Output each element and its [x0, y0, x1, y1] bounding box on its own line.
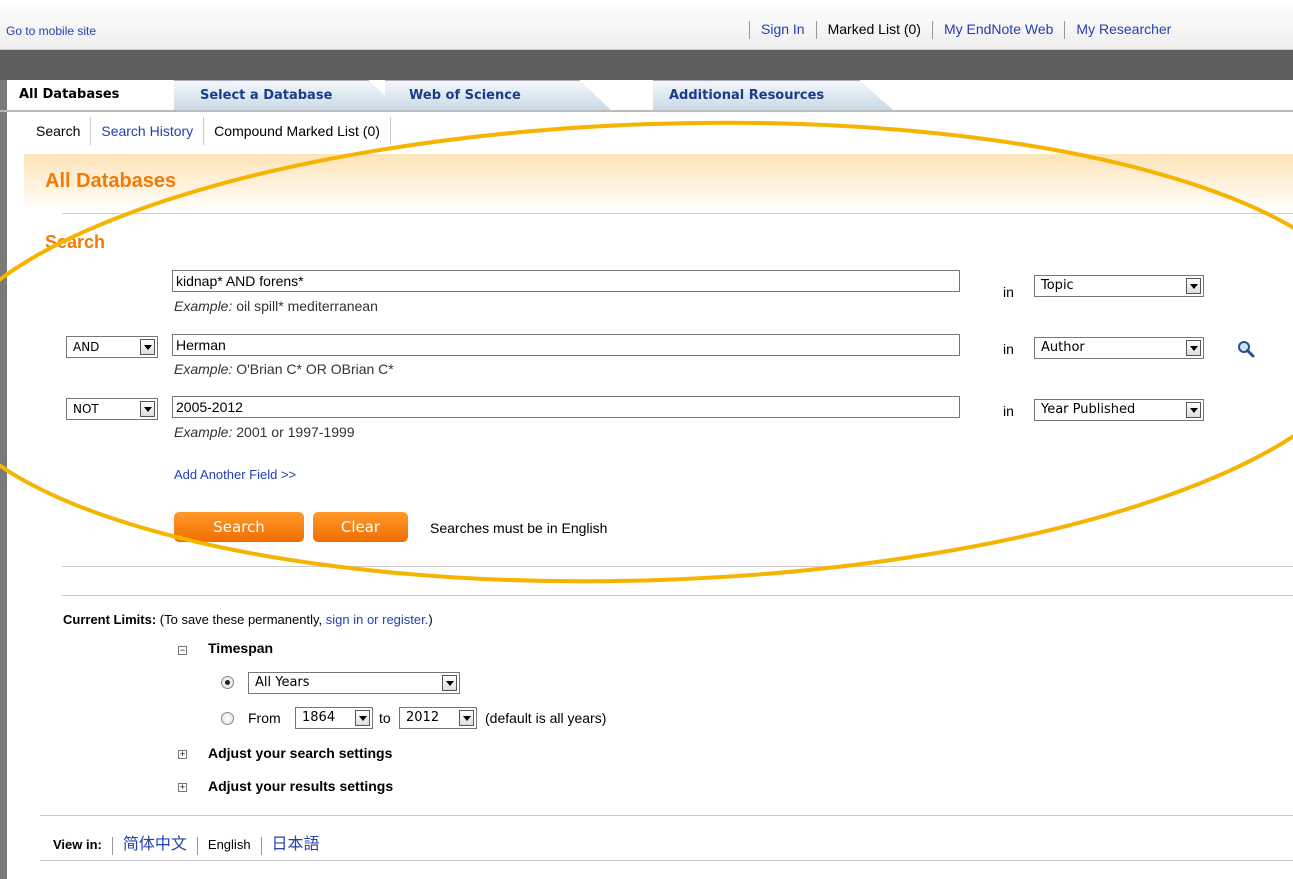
subnav-search-history[interactable]: Search History: [91, 117, 205, 145]
tab-select-database[interactable]: Select a Database: [174, 80, 400, 110]
magnifier-lookup-icon[interactable]: [1236, 339, 1256, 359]
field-select-value: Year Published: [1041, 402, 1136, 417]
tab-additional-resources[interactable]: Additional Resources: [653, 80, 893, 110]
chevron-down-icon: [1186, 402, 1201, 418]
search-input-3[interactable]: 2005-2012: [172, 396, 960, 418]
search-button[interactable]: Search: [174, 512, 304, 542]
sub-navigation: Search Search History Compound Marked List…: [26, 117, 391, 147]
tab-web-of-science[interactable]: Web of Science: [385, 80, 611, 110]
lang-japanese-link[interactable]: 日本語: [272, 836, 320, 853]
clear-button[interactable]: Clear: [313, 512, 408, 542]
example-label: Example:: [174, 424, 233, 440]
example-text-1: Example: oil spill* mediterranean: [174, 298, 378, 314]
lang-english-link[interactable]: English: [208, 837, 251, 852]
field-select-3[interactable]: Year Published: [1034, 399, 1204, 421]
top-utility-bar: Go to mobile site Sign In Marked List (0)…: [0, 0, 1293, 50]
subnav-compound-marked-list[interactable]: Compound Marked List (0): [204, 117, 391, 145]
divider: [62, 566, 1293, 567]
operator-value: NOT: [73, 402, 99, 416]
search-section-title: Search: [45, 232, 106, 252]
to-label: to: [379, 710, 391, 726]
field-select-1[interactable]: Topic: [1034, 275, 1204, 297]
divider: [749, 21, 750, 40]
field-select-value: Topic: [1041, 278, 1074, 293]
search-input-1[interactable]: kidnap* AND forens*: [172, 270, 960, 292]
chevron-down-icon: [140, 339, 155, 355]
language-selector: View in: 简体中文 English 日本語: [53, 830, 320, 855]
timespan-label: Timespan: [208, 640, 274, 656]
tab-underline: [0, 110, 1293, 112]
search-settings-label[interactable]: Adjust your search settings: [208, 745, 392, 761]
main-tabs: All Databases Select a Database Web of S…: [7, 80, 1293, 110]
field-select-value: Author: [1041, 340, 1085, 355]
chevron-down-icon: [355, 710, 370, 726]
researcher-link[interactable]: My Researcher: [1076, 21, 1171, 37]
language-note: Searches must be in English: [430, 520, 608, 536]
marked-list-link[interactable]: Marked List (0): [828, 21, 921, 37]
chevron-down-icon: [1186, 340, 1201, 356]
divider: [1064, 21, 1066, 40]
limits-text: (To save these permanently,: [156, 612, 326, 627]
chevron-down-icon: [140, 401, 155, 417]
endnote-link[interactable]: My EndNote Web: [944, 21, 1053, 37]
default-note: (default is all years): [485, 710, 607, 726]
in-label: in: [1003, 403, 1014, 419]
limits-label: Current Limits:: [63, 612, 157, 627]
operator-select-2[interactable]: AND: [66, 336, 158, 358]
from-year-select[interactable]: 1864: [295, 707, 373, 729]
sign-in-link[interactable]: Sign In: [761, 21, 805, 37]
sign-in-register-link[interactable]: sign in or register.: [326, 612, 429, 627]
current-limits-text: Current Limits: (To save these permanent…: [63, 612, 433, 627]
from-year-value: 1864: [302, 710, 336, 725]
to-year-select[interactable]: 2012: [399, 707, 477, 729]
chevron-down-icon: [459, 710, 474, 726]
from-label: From: [248, 710, 281, 726]
operator-value: AND: [73, 340, 100, 354]
results-settings-label[interactable]: Adjust your results settings: [208, 778, 393, 794]
example-value: O'Brian C* OR OBrian C*: [232, 361, 394, 377]
divider: [196, 836, 198, 855]
field-select-2[interactable]: Author: [1034, 337, 1204, 359]
page-title: All Databases: [45, 170, 177, 192]
tab-all-databases[interactable]: All Databases: [7, 80, 172, 110]
left-border: [0, 80, 7, 879]
divider: [62, 213, 1293, 214]
example-text-3: Example: 2001 or 1997-1999: [174, 424, 355, 440]
all-years-radio[interactable]: [221, 676, 234, 689]
divider: [40, 860, 1293, 861]
divider: [111, 836, 113, 855]
divider: [931, 21, 933, 40]
header-band: [0, 50, 1293, 80]
operator-select-3[interactable]: NOT: [66, 398, 158, 420]
from-to-radio[interactable]: [221, 712, 234, 725]
example-value: oil spill* mediterranean: [232, 298, 378, 314]
divider: [260, 836, 262, 855]
in-label: in: [1003, 284, 1014, 300]
subnav-search[interactable]: Search: [26, 117, 92, 145]
page-header-band: [24, 154, 1293, 209]
lang-chinese-link[interactable]: 简体中文: [123, 836, 187, 853]
example-label: Example:: [174, 298, 233, 314]
account-links: Sign In Marked List (0) My EndNote Web My R…: [738, 21, 1171, 40]
collapse-icon[interactable]: −: [178, 646, 187, 655]
mobile-site-link[interactable]: Go to mobile site: [6, 24, 96, 38]
limits-close: ): [428, 612, 433, 627]
in-label: in: [1003, 341, 1014, 357]
divider: [815, 21, 817, 40]
expand-icon[interactable]: +: [178, 783, 187, 792]
divider: [62, 595, 1293, 596]
all-years-select[interactable]: All Years: [248, 672, 460, 694]
chevron-down-icon: [1186, 278, 1201, 294]
divider: [40, 815, 1293, 816]
example-label: Example:: [174, 361, 233, 377]
view-in-label: View in:: [53, 837, 102, 852]
to-year-value: 2012: [406, 710, 440, 725]
add-another-field-link[interactable]: Add Another Field >>: [174, 467, 296, 482]
example-value: 2001 or 1997-1999: [232, 424, 355, 440]
search-input-2[interactable]: Herman: [172, 334, 960, 356]
all-years-value: All Years: [255, 675, 310, 690]
chevron-down-icon: [442, 675, 457, 691]
expand-icon[interactable]: +: [178, 750, 187, 759]
example-text-2: Example: O'Brian C* OR OBrian C*: [174, 361, 394, 377]
